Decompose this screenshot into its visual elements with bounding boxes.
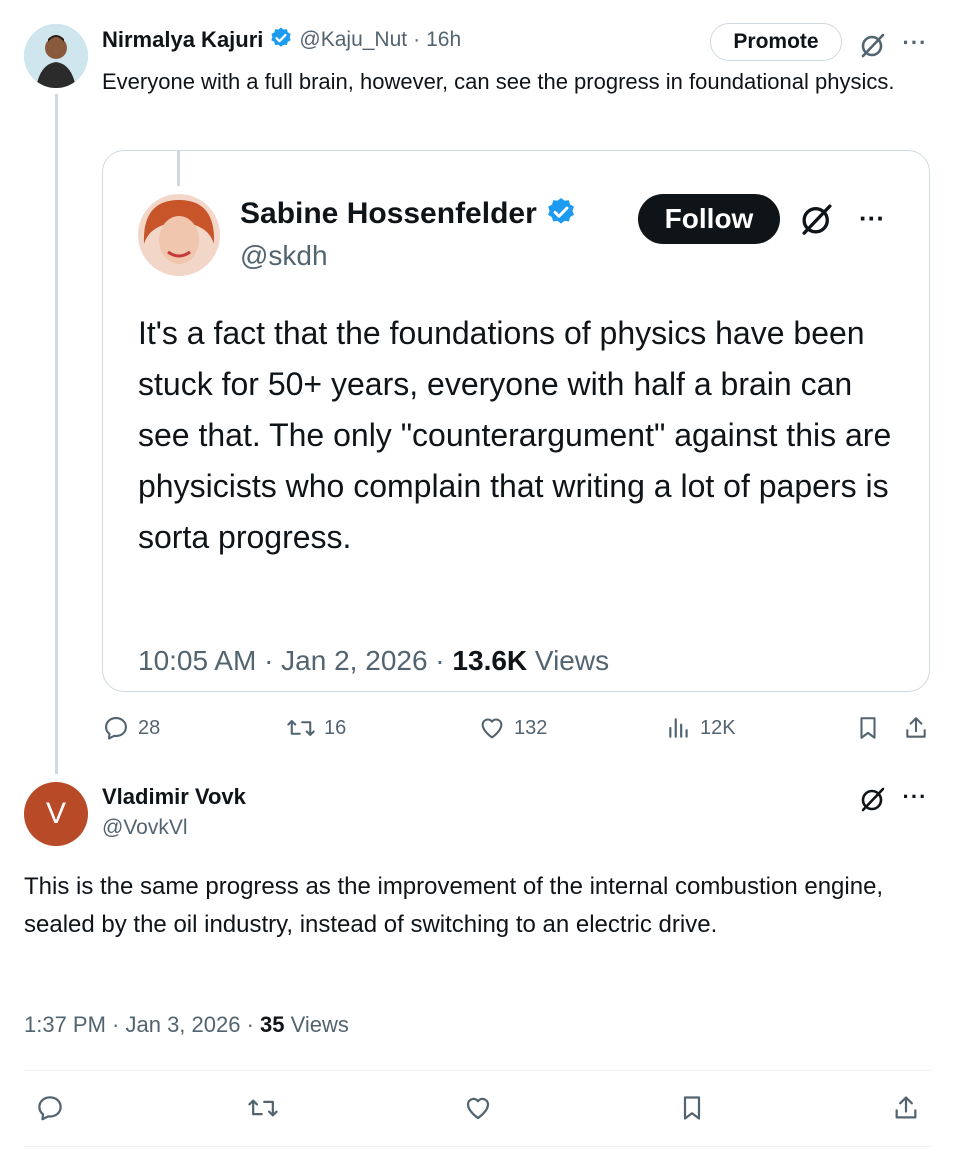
author-handle[interactable]: @Kaju_Nut: [299, 28, 407, 52]
quote-author-handle[interactable]: @skdh: [240, 240, 328, 272]
quote-header: Sabine Hossenfelder: [240, 196, 577, 232]
more-icon[interactable]: ···: [852, 200, 892, 236]
quote-meta: 10:05 AM · Jan 2, 2026 · 13.6K Views: [138, 645, 609, 677]
quote-avatar-image: [138, 194, 220, 276]
reply-icon: [105, 717, 127, 740]
reply-text: This is the same progress as the improve…: [24, 873, 884, 938]
bookmark-icon[interactable]: [854, 714, 882, 742]
repost-icon: [287, 720, 315, 736]
more-icon[interactable]: ···: [898, 782, 932, 812]
like-action[interactable]: 132: [478, 714, 547, 742]
share-icon[interactable]: [902, 714, 930, 742]
quote-views-count: 13.6K: [452, 645, 528, 676]
grok-icon[interactable]: [856, 782, 890, 816]
share-icon[interactable]: [890, 1092, 922, 1124]
reply-views-label: Views: [284, 1012, 349, 1037]
quote-avatar[interactable]: [138, 194, 220, 276]
quote-timestamp[interactable]: 10:05 AM · Jan 2, 2026 ·: [138, 645, 452, 676]
reply-author-handle[interactable]: @VovkVl: [102, 816, 246, 840]
quote-thread-line: [177, 150, 180, 186]
like-icon[interactable]: [462, 1092, 494, 1124]
reply-avatar-letter: V: [45, 797, 66, 830]
author-name[interactable]: Nirmalya Kajuri: [102, 27, 263, 53]
more-icon[interactable]: ···: [898, 28, 932, 58]
quote-author-name[interactable]: Sabine Hossenfelder: [240, 197, 537, 231]
tweet-header: Nirmalya Kajuri @Kaju_Nut · 16h: [102, 24, 461, 56]
quote-views-label: Views: [527, 645, 610, 676]
repost-icon[interactable]: [246, 1092, 280, 1124]
reply-count: 28: [138, 716, 161, 739]
repost-count: 16: [324, 716, 347, 739]
bookmark-icon[interactable]: [676, 1092, 708, 1124]
follow-button[interactable]: Follow: [638, 194, 780, 244]
reply-views-count: 35: [260, 1012, 285, 1037]
reply-icon[interactable]: [34, 1092, 66, 1124]
views-action[interactable]: 12K: [666, 714, 736, 742]
avatar-image: [24, 24, 88, 88]
thread-line: [55, 94, 58, 774]
reply-author-name[interactable]: Vladimir Vovk: [102, 784, 246, 810]
tweet-time[interactable]: 16h: [426, 28, 461, 52]
reply-header: Vladimir Vovk @VovkVl: [102, 784, 246, 840]
quote-text: It's a fact that the foundations of phys…: [138, 315, 892, 555]
reply-action[interactable]: 28: [102, 714, 160, 742]
verified-badge-icon: [545, 196, 577, 233]
reply-meta: 1:37 PM · Jan 3, 2026 · 35 Views: [24, 1012, 349, 1038]
repost-action[interactable]: 16: [286, 714, 346, 742]
like-count: 132: [514, 716, 548, 739]
divider: [24, 1070, 932, 1071]
tweet-text: Everyone with a full brain, however, can…: [102, 69, 895, 94]
reply-avatar[interactable]: V: [24, 782, 88, 846]
views-count: 12K: [700, 716, 736, 739]
verified-badge-icon: [269, 26, 293, 55]
reply-timestamp[interactable]: 1:37 PM · Jan 3, 2026 ·: [24, 1012, 260, 1037]
divider: [24, 1146, 932, 1147]
grok-icon[interactable]: [797, 199, 837, 239]
views-icon: [669, 718, 688, 738]
like-icon: [481, 718, 503, 739]
promote-button[interactable]: Promote: [710, 23, 842, 61]
avatar[interactable]: [24, 24, 88, 88]
grok-icon[interactable]: [856, 28, 890, 62]
separator: ·: [413, 28, 421, 51]
